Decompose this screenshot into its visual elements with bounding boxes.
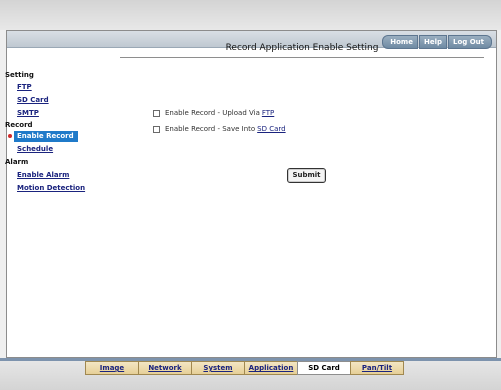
- tab-image[interactable]: Image: [85, 361, 139, 375]
- tab-pan-tilt[interactable]: Pan/Tilt: [350, 361, 404, 375]
- sidebar-section-setting: Setting: [5, 71, 34, 79]
- page-title: Record Application Enable Setting: [225, 43, 379, 53]
- upload-ftp-label: Enable Record - Upload Via: [165, 109, 260, 117]
- sidebar-item-smtp[interactable]: SMTP: [17, 109, 39, 117]
- sidebar-item-motion-detection[interactable]: Motion Detection: [17, 184, 85, 192]
- sd-card-link[interactable]: SD Card: [257, 125, 285, 133]
- tab-system[interactable]: System: [191, 361, 245, 375]
- tab-application[interactable]: Application: [244, 361, 298, 375]
- sidebar-item-sd-card[interactable]: SD Card: [17, 96, 49, 104]
- sidebar-item-schedule[interactable]: Schedule: [17, 145, 53, 153]
- option-upload-ftp: Enable Record - Upload Via FTP: [153, 108, 274, 118]
- upload-ftp-checkbox[interactable]: [153, 109, 160, 117]
- save-sd-checkbox[interactable]: [153, 125, 160, 133]
- save-sd-label: Enable Record - Save Into: [165, 125, 256, 133]
- app-window: Home Help Log Out: [6, 30, 497, 358]
- title-divider: [120, 57, 484, 58]
- bottom-tabbar: Image Network System Application SD Card…: [85, 361, 404, 375]
- tab-sd-card[interactable]: SD Card: [297, 361, 351, 375]
- tab-network[interactable]: Network: [138, 361, 192, 375]
- sidebar-item-ftp[interactable]: FTP: [17, 83, 32, 91]
- submit-button[interactable]: Submit: [287, 168, 326, 183]
- ftp-link[interactable]: FTP: [262, 109, 274, 117]
- sidebar-section-alarm: Alarm: [5, 158, 29, 166]
- sidebar-item-enable-alarm[interactable]: Enable Alarm: [17, 171, 69, 179]
- selected-bullet-icon: [8, 134, 12, 138]
- option-save-sd: Enable Record - Save Into SD Card: [153, 124, 286, 134]
- browser-top-band: [0, 0, 501, 30]
- sidebar-section-record: Record: [5, 121, 33, 129]
- sidebar-item-enable-record[interactable]: Enable Record: [14, 131, 78, 142]
